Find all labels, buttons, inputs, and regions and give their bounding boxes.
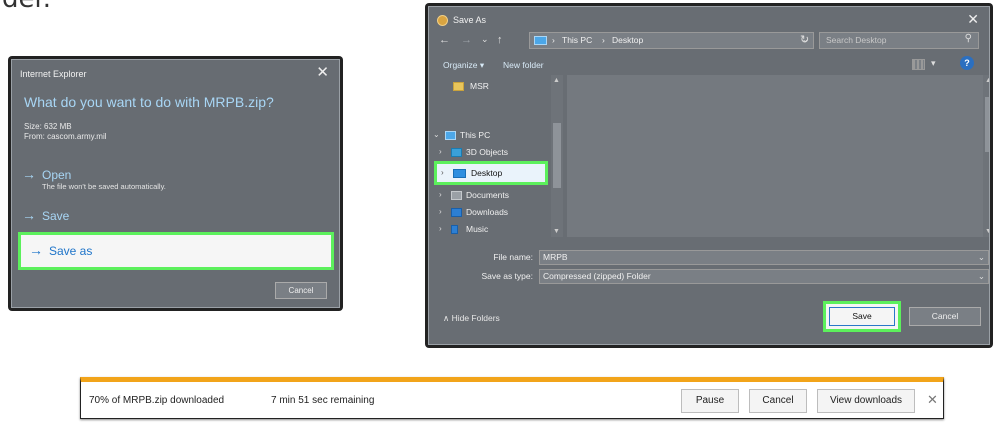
search-icon: ⚲ bbox=[964, 33, 972, 44]
tree-item-label: This PC bbox=[460, 130, 491, 140]
save-as-title: Save As bbox=[453, 15, 487, 25]
tree-item-music[interactable]: › Music bbox=[439, 222, 557, 239]
monitor-icon bbox=[534, 36, 547, 45]
navigation-scrollbar[interactable]: ▲ ▼ bbox=[551, 75, 563, 237]
ie-save-as-option[interactable]: → Save as bbox=[18, 232, 334, 270]
help-icon[interactable]: ? bbox=[960, 56, 974, 70]
view-options-icon[interactable] bbox=[912, 59, 925, 70]
ie-file-source: From: cascom.army.mil bbox=[24, 132, 107, 141]
breadcrumb-this-pc[interactable]: This PC bbox=[562, 35, 592, 45]
navigation-pane: MSR ⌄ This PC › 3D Objects › Documents ›… bbox=[429, 75, 564, 237]
chevron-right-icon: › bbox=[441, 168, 444, 177]
tree-item-msr[interactable]: MSR bbox=[443, 79, 561, 96]
tree-item-label: MSR bbox=[470, 81, 489, 91]
caption-text: der. bbox=[2, 0, 51, 14]
time-remaining-text: 7 min 51 sec remaining bbox=[271, 395, 375, 406]
scrollbar-thumb[interactable] bbox=[553, 123, 561, 188]
breadcrumb-desktop[interactable]: Desktop bbox=[612, 35, 643, 45]
ie-open-label: Open bbox=[42, 168, 72, 182]
document-icon bbox=[451, 191, 462, 200]
ie-close-icon[interactable]: ✕ bbox=[316, 63, 329, 81]
chevron-right-icon: › bbox=[439, 207, 442, 216]
close-icon[interactable]: ✕ bbox=[927, 392, 938, 408]
save-button[interactable]: Save bbox=[823, 301, 901, 332]
chevron-down-icon[interactable]: ⌄ bbox=[978, 252, 985, 263]
tree-item-3d-objects[interactable]: › 3D Objects bbox=[439, 145, 557, 162]
ie-download-dialog-frame: Internet Explorer ✕ What do you want to … bbox=[8, 56, 343, 311]
save-button-label: Save bbox=[829, 307, 895, 326]
save-type-label: Save as type: bbox=[481, 271, 533, 281]
save-type-select[interactable]: Compressed (zipped) Folder ⌄ bbox=[539, 269, 989, 284]
chevron-down-icon: ⌄ bbox=[433, 130, 440, 139]
tree-item-label: Desktop bbox=[471, 168, 503, 178]
scroll-down-icon[interactable]: ▼ bbox=[985, 228, 989, 235]
arrow-right-icon: → bbox=[22, 166, 36, 182]
ie-cancel-button[interactable]: Cancel bbox=[275, 282, 327, 299]
file-name-value: MRPB bbox=[543, 252, 568, 262]
chevron-right-icon: › bbox=[439, 147, 442, 156]
ie-save-as-label: Save as bbox=[49, 244, 93, 258]
music-note-icon bbox=[451, 225, 458, 234]
view-dropdown-icon[interactable]: ▾ bbox=[931, 58, 936, 69]
view-downloads-button[interactable]: View downloads bbox=[817, 389, 915, 413]
ie-save-option[interactable]: → Save bbox=[22, 207, 69, 225]
save-type-value: Compressed (zipped) Folder bbox=[543, 271, 651, 281]
save-as-dialog-frame: Save As ✕ ← → ⌄ ↑ › This PC › Desktop ⌄ … bbox=[425, 3, 993, 348]
ie-open-subtext: The file won't be saved automatically. bbox=[42, 182, 166, 191]
organize-menu[interactable]: Organize ▾ bbox=[443, 60, 484, 71]
tree-item-label: Music bbox=[466, 224, 489, 234]
scroll-down-icon[interactable]: ▼ bbox=[553, 228, 560, 235]
breadcrumb-separator: › bbox=[602, 35, 605, 45]
scrollbar-thumb[interactable] bbox=[985, 97, 989, 152]
file-name-label: File name: bbox=[493, 252, 533, 262]
chevron-right-icon: › bbox=[439, 190, 442, 199]
tree-item-desktop[interactable]: › Desktop bbox=[434, 161, 548, 185]
download-notification-bar: 70% of MRPB.zip downloaded 7 min 51 sec … bbox=[80, 377, 944, 419]
download-icon bbox=[451, 208, 462, 217]
cancel-button[interactable]: Cancel bbox=[909, 307, 981, 326]
save-as-close-icon[interactable]: ✕ bbox=[967, 11, 979, 28]
tree-item-documents[interactable]: › Documents bbox=[439, 188, 557, 205]
cancel-download-button[interactable]: Cancel bbox=[749, 389, 807, 413]
chevron-down-icon[interactable]: ⌄ bbox=[978, 271, 985, 282]
hide-folders-button[interactable]: ∧ Hide Folders bbox=[443, 313, 500, 324]
arrow-right-icon: → bbox=[22, 207, 36, 223]
ie-globe-icon bbox=[437, 15, 448, 26]
ie-question-heading: What do you want to do with MRPB.zip? bbox=[24, 94, 274, 110]
tree-item-label: Downloads bbox=[466, 207, 509, 217]
tree-item-downloads[interactable]: › Downloads bbox=[439, 205, 557, 222]
breadcrumb-separator: › bbox=[552, 35, 555, 45]
file-name-field[interactable]: MRPB ⌄ bbox=[539, 250, 989, 265]
computer-icon bbox=[445, 131, 456, 140]
recent-locations-icon[interactable]: ⌄ bbox=[481, 34, 489, 45]
scroll-up-icon[interactable]: ▲ bbox=[553, 77, 560, 84]
ie-download-dialog: Internet Explorer ✕ What do you want to … bbox=[11, 59, 340, 308]
tree-item-label: Documents bbox=[466, 190, 509, 200]
scroll-up-icon[interactable]: ▲ bbox=[985, 77, 989, 84]
folder-icon bbox=[453, 82, 464, 91]
download-progress-text: 70% of MRPB.zip downloaded bbox=[89, 395, 225, 406]
ie-dialog-title: Internet Explorer bbox=[20, 69, 87, 79]
address-bar[interactable]: › This PC › Desktop ⌄ bbox=[529, 32, 814, 49]
chevron-right-icon: › bbox=[439, 224, 442, 233]
pause-button[interactable]: Pause bbox=[681, 389, 739, 413]
new-folder-button[interactable]: New folder bbox=[503, 60, 544, 70]
save-as-dialog: Save As ✕ ← → ⌄ ↑ › This PC › Desktop ⌄ … bbox=[428, 6, 990, 345]
tree-item-label: 3D Objects bbox=[466, 147, 509, 157]
ie-save-label: Save bbox=[42, 209, 70, 223]
arrow-right-icon: → bbox=[29, 242, 43, 258]
file-list-pane[interactable] bbox=[567, 75, 983, 237]
tree-item-this-pc[interactable]: ⌄ This PC bbox=[433, 128, 551, 145]
file-list-scrollbar[interactable]: ▲ ▼ bbox=[983, 75, 989, 237]
search-input[interactable]: Search Desktop ⚲ bbox=[819, 32, 979, 49]
forward-arrow-icon[interactable]: → bbox=[461, 34, 472, 46]
refresh-icon[interactable]: ↻ bbox=[800, 33, 809, 46]
cube-icon bbox=[451, 148, 462, 157]
ie-file-size: Size: 632 MB bbox=[24, 122, 72, 131]
up-arrow-icon[interactable]: ↑ bbox=[497, 34, 503, 46]
desktop-icon bbox=[453, 169, 466, 178]
back-arrow-icon[interactable]: ← bbox=[439, 34, 450, 46]
search-placeholder: Search Desktop bbox=[826, 35, 887, 45]
ie-open-option[interactable]: → Open The file won't be saved automatica… bbox=[22, 166, 166, 191]
